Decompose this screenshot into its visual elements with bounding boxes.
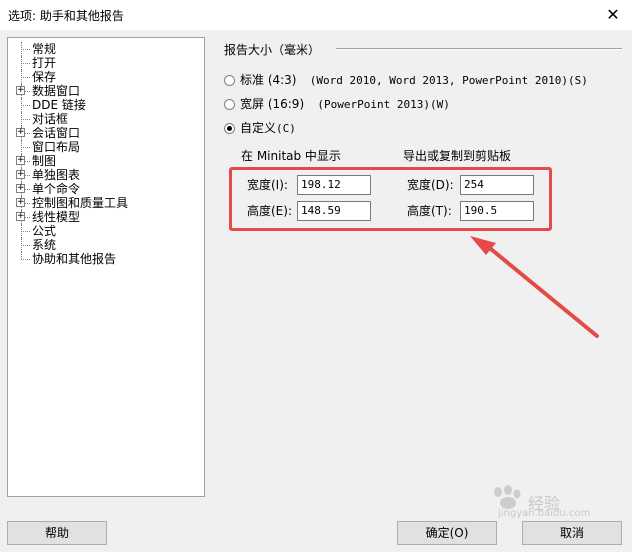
watermark: 经验 jingyan.baidu.com	[486, 482, 606, 522]
watermark-url: jingyan.baidu.com	[498, 508, 591, 519]
annotation-arrow-icon	[470, 236, 599, 338]
cancel-button[interactable]: 取消	[522, 521, 622, 545]
help-button[interactable]: 帮助	[7, 521, 107, 545]
ok-button[interactable]: 确定(O)	[397, 521, 497, 545]
